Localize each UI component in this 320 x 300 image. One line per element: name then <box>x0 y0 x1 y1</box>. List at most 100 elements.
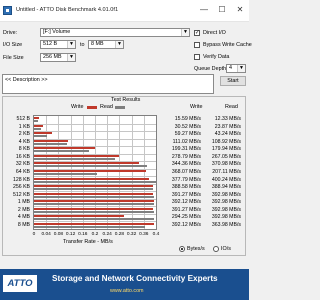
file-size-value: 256 MB <box>43 54 62 60</box>
io-size-row-label: 256 KB <box>12 184 30 191</box>
read-value: 363.98 MB/s <box>211 221 241 228</box>
write-value: 199.31 MB/s <box>171 146 201 153</box>
read-bar <box>34 157 116 160</box>
bytes-per-second-radio[interactable] <box>179 246 185 252</box>
file-size-select[interactable]: 256 MB ▼ <box>40 53 76 62</box>
legend-write-swatch <box>87 106 97 109</box>
maximize-button[interactable]: ☐ <box>216 4 228 16</box>
queue-depth-value: 4 <box>229 65 232 71</box>
write-value: 344.36 MB/s <box>171 161 201 168</box>
read-value: 392.98 MB/s <box>211 206 241 213</box>
atto-banner[interactable]: ATTO Storage and Network Connectivity Ex… <box>0 269 249 300</box>
grid-line-horizontal <box>34 123 156 125</box>
read-value: 43.24 MB/s <box>214 131 241 138</box>
x-axis-tick-label: 0.4 <box>152 232 160 237</box>
x-axis-tick-label: 0.12 <box>65 232 76 237</box>
queue-depth-label: Queue Depth: <box>194 66 228 72</box>
x-axis-tick-label: 0.2 <box>91 232 99 237</box>
legend-read-label: Read <box>100 104 113 110</box>
write-bar <box>34 192 154 195</box>
results-chart <box>33 115 157 230</box>
drive-select[interactable]: [F:] Volume ▼ <box>40 28 190 37</box>
x-axis-tick-label: 0.08 <box>53 232 64 237</box>
x-axis-tick-label: 0.24 <box>102 232 112 237</box>
write-bar <box>34 177 150 180</box>
write-bar <box>34 154 120 157</box>
write-value: 111.02 MB/s <box>172 138 201 145</box>
write-bar <box>34 117 39 120</box>
x-axis-title: Transfer Rate - MB/s <box>63 239 113 245</box>
read-value: 400.24 MB/s <box>211 176 241 183</box>
write-bar <box>34 147 95 150</box>
x-axis-tick-label: 0.16 <box>78 232 88 237</box>
read-bar <box>34 225 145 228</box>
start-button[interactable]: Start <box>220 76 246 86</box>
close-button[interactable]: ✕ <box>234 4 246 16</box>
io-size-from-value: 512 B <box>43 41 58 47</box>
title-bar: Untitled - ATTO Disk Benchmark 4.01.0f1 … <box>0 0 249 22</box>
read-bar <box>34 195 154 198</box>
io-size-row-label: 16 KB <box>15 153 30 160</box>
io-size-label: I/O Size <box>3 42 23 48</box>
read-bar <box>34 203 154 206</box>
write-value: 294.25 MB/s <box>171 214 201 221</box>
chevron-down-icon: ▼ <box>181 29 189 36</box>
window-title: Untitled - ATTO Disk Benchmark 4.01.0f1 <box>16 7 119 13</box>
write-value: 391.27 MB/s <box>171 206 201 213</box>
verify-data-label: Verify Data <box>203 54 230 60</box>
write-bar <box>34 200 154 203</box>
write-value: 377.79 MB/s <box>171 176 201 183</box>
read-bar <box>34 150 89 153</box>
chevron-down-icon: ▼ <box>67 54 75 61</box>
write-bar <box>34 207 154 210</box>
read-value: 23.87 MB/s <box>214 123 241 130</box>
minimize-button[interactable]: — <box>198 4 210 16</box>
read-value: 370.98 MB/s <box>211 161 241 168</box>
write-bar <box>34 170 147 172</box>
io-per-second-radio[interactable] <box>213 246 219 252</box>
read-bar <box>34 135 48 138</box>
read-bar <box>34 210 154 213</box>
read-bar <box>34 127 42 130</box>
bypass-cache-checkbox[interactable] <box>194 42 200 48</box>
read-value: 207.11 MB/s <box>212 169 241 175</box>
legend-read-swatch <box>115 106 125 109</box>
queue-depth-select[interactable]: 4 ▼ <box>226 64 246 73</box>
read-bar <box>34 173 98 175</box>
banner-headline: Storage and Network Connectivity Experts <box>52 274 218 283</box>
x-axis-tick-label: 0 <box>32 232 36 237</box>
io-size-row-label: 4 MB <box>17 214 30 221</box>
io-per-second-label: IO/s <box>221 246 231 252</box>
io-size-from-select[interactable]: 512 B ▼ <box>40 40 76 49</box>
io-size-row-label: 4 KB <box>18 138 30 145</box>
read-value: 392.98 MB/s <box>211 191 241 198</box>
chevron-down-icon: ▼ <box>237 65 245 72</box>
read-value: 179.94 MB/s <box>211 146 241 153</box>
io-size-row-label: 2 MB <box>17 206 30 213</box>
legend-write-label: Write <box>71 104 84 110</box>
write-value: 388.58 MB/s <box>171 184 201 191</box>
x-axis-tick-label: 0.36 <box>139 232 149 237</box>
write-bar <box>34 162 140 165</box>
write-bar <box>34 139 68 142</box>
write-value: 278.79 MB/s <box>171 153 201 160</box>
atto-logo: ATTO <box>3 275 37 292</box>
bytes-per-second-label: Bytes/s <box>187 246 205 252</box>
write-value: 391.27 MB/s <box>171 191 201 198</box>
io-size-row-label: 2 KB <box>18 131 30 138</box>
drive-value: [F:] Volume <box>43 29 71 35</box>
banner-url[interactable]: www.atto.com <box>110 288 144 294</box>
write-bar <box>34 132 53 135</box>
write-bar <box>34 185 153 188</box>
column-header-write: Write <box>190 104 203 110</box>
description-field[interactable]: << Description >> <box>2 74 214 94</box>
write-bar <box>34 222 154 225</box>
io-size-row-label: 512 B <box>16 116 30 123</box>
read-value: 267.05 MB/s <box>211 153 241 160</box>
verify-data-checkbox[interactable] <box>194 54 200 60</box>
direct-io-checkbox[interactable]: ✓ <box>194 30 200 36</box>
io-size-row-label: 8 MB <box>17 221 30 228</box>
io-size-to-select[interactable]: 8 MB ▼ <box>88 40 124 49</box>
write-value: 59.27 MB/s <box>174 131 201 138</box>
file-size-label: File Size <box>3 55 24 61</box>
